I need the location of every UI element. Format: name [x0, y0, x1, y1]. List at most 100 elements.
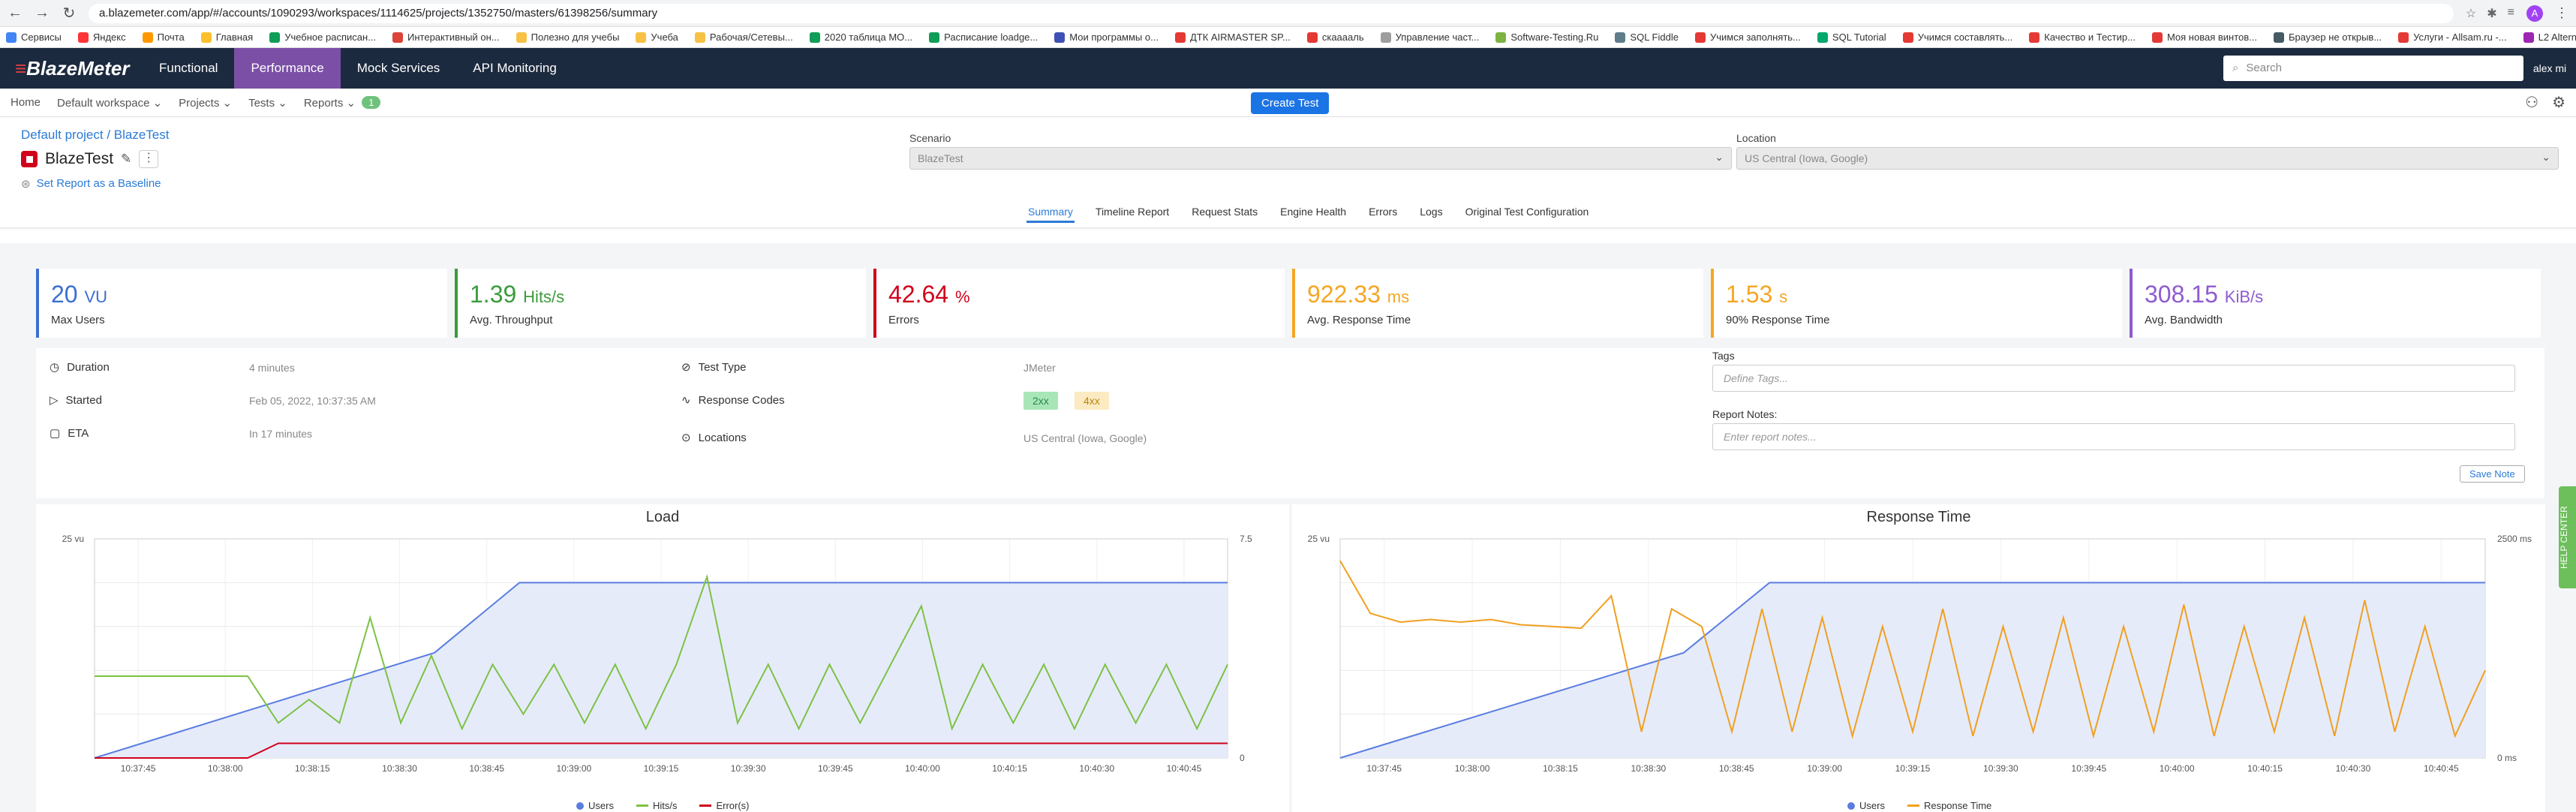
address-bar[interactable]: a.blazemeter.com/app/#/accounts/1090293/… [89, 3, 2454, 23]
save-note-button[interactable]: Save Note [2460, 465, 2525, 483]
report-tab[interactable]: Original Test Configuration [1464, 203, 1591, 223]
subnav-item[interactable]: Tests ⌄ [248, 96, 287, 110]
bookmark-item[interactable]: Браузер не открыв... [2274, 32, 2382, 43]
reload-icon[interactable]: ↻ [62, 4, 77, 23]
subnav-item[interactable]: Home [11, 96, 41, 109]
stop-test-button[interactable] [21, 151, 38, 167]
tags-input[interactable]: Define Tags... [1712, 365, 2515, 392]
bookmark-item[interactable]: Рабочая/Сетевы... [694, 32, 793, 43]
duration-label: ◷ Duration [50, 360, 110, 374]
x-tick-label: 10:40:45 [1167, 763, 1202, 774]
y-left-tick-label: 25 vu [62, 534, 84, 544]
settings-gear-icon[interactable]: ⚙ [2552, 93, 2565, 112]
bookmark-item[interactable]: 2020 таблица МО... [809, 32, 912, 43]
chevron-down-icon: ⌄ [2541, 151, 2550, 163]
bookmark-item[interactable]: Услуги - Allsam.ru -... [2398, 32, 2507, 43]
bookmark-item[interactable]: Моя новая винтов... [2151, 32, 2257, 43]
bookmark-label: Мои программы о... [1069, 32, 1159, 43]
report-tab[interactable]: Timeline Report [1094, 203, 1171, 223]
bookmark-item[interactable]: Главная [200, 32, 253, 43]
kpi-label: Max Users [51, 314, 105, 326]
product-tab-mock-services[interactable]: Mock Services [341, 48, 457, 89]
legend-item[interactable]: Error(s) [699, 800, 750, 811]
report-tab[interactable]: Engine Health [1279, 203, 1348, 223]
bookmark-item[interactable]: Учеба [636, 32, 678, 43]
bookmark-label: Услуги - Allsam.ru -... [2413, 32, 2507, 43]
kpi-card: 308.15 KiB/s Avg. Bandwidth [2130, 269, 2541, 338]
product-tab-performance[interactable]: Performance [234, 48, 341, 89]
extension-icons: ☆ ✱ ≡ [2466, 6, 2514, 21]
bookmark-item[interactable]: SQL Tutorial [1817, 32, 1886, 43]
more-options-button[interactable]: ⋮ [139, 150, 159, 168]
create-test-button[interactable]: Create Test [1251, 92, 1330, 114]
profile-avatar[interactable]: A [2526, 5, 2543, 22]
edit-pencil-icon[interactable]: ✎ [121, 152, 131, 167]
user-menu[interactable]: alex mi [2523, 62, 2576, 74]
subnav-item[interactable]: Projects ⌄ [179, 96, 232, 110]
bookmark-item[interactable]: Полезно для учебы [516, 32, 619, 43]
bookmark-item[interactable]: Учимся составлять... [1902, 32, 2012, 43]
location-select[interactable]: US Central (Iowa, Google) ⌄ [1736, 147, 2559, 170]
breadcrumb[interactable]: Default project / BlazeTest [21, 128, 169, 143]
bookmark-item[interactable]: Управление част... [1380, 32, 1479, 43]
set-baseline-link[interactable]: ⊛ Set Report as a Baseline [21, 177, 161, 191]
legend-item[interactable]: Hits/s [636, 800, 677, 811]
bookmark-item[interactable]: скааааль [1306, 32, 1364, 43]
tags-label: Tags [1712, 350, 1735, 362]
report-header: Default project / BlazeTest BlazeTest ✎ … [0, 117, 2576, 228]
y-right-tick-label: 0 [1240, 753, 1245, 763]
response-time-chart: Response Time 10:37:45 10:38:00 10:38:15 10… [1292, 504, 2545, 812]
bookmark-item[interactable]: L2 Alternative или... [2523, 32, 2576, 43]
add-user-icon[interactable]: ⚇ [2525, 93, 2538, 112]
bookmark-item[interactable]: Интерактивный он... [392, 32, 500, 43]
more-icon[interactable]: ⋮ [2555, 5, 2568, 21]
started-label: ▷ Started [50, 393, 102, 408]
bookmark-item[interactable]: Учебное расписан... [269, 32, 376, 43]
bookmark-item[interactable]: Учимся заполнять... [1694, 32, 1801, 43]
report-tab[interactable]: Request Stats [1190, 203, 1259, 223]
bookmark-item[interactable]: Расписание loadge... [929, 32, 1038, 43]
blazemeter-logo[interactable]: ≡BlazeMeter [15, 57, 143, 80]
bookmark-item[interactable]: Качество и Тестир... [2029, 32, 2136, 43]
search-input[interactable]: ⌕ Search [2223, 56, 2523, 81]
response-time-chart-svg: 10:37:45 10:38:00 10:38:15 10:38:30 10:38:45… [1308, 534, 2532, 774]
kpi-unit: Hits/s [523, 287, 565, 306]
bookmark-favicon-icon [2274, 32, 2284, 43]
bookmark-item[interactable]: Software-Testing.Ru [1495, 32, 1598, 43]
scenario-select[interactable]: BlazeTest ⌄ [909, 147, 1732, 170]
notes-input[interactable]: Enter report notes... [1712, 423, 2515, 450]
bookmark-item[interactable]: Мои программы о... [1054, 32, 1159, 43]
bookmark-favicon-icon [77, 32, 89, 43]
bookmark-item[interactable]: SQL Fiddle [1615, 32, 1679, 43]
bookmark-favicon-icon [694, 32, 705, 43]
puzzle-icon[interactable]: ✱ [2487, 6, 2496, 21]
menu-list-icon[interactable]: ≡ [2508, 6, 2514, 21]
legend-item[interactable]: Users [576, 800, 614, 811]
bookmark-item[interactable]: Сервисы [6, 32, 62, 43]
legend-item[interactable]: Response Time [1907, 800, 1991, 811]
product-tab-api-monitoring[interactable]: API Monitoring [456, 48, 573, 89]
star-icon[interactable]: ☆ [2466, 6, 2476, 21]
legend-item[interactable]: Users [1847, 800, 1885, 811]
bookmark-favicon-icon [516, 32, 527, 43]
x-tick-label: 10:40:45 [2424, 763, 2459, 774]
bookmark-item[interactable]: ДТК AIRMASTER SP... [1174, 32, 1291, 43]
report-tab[interactable]: Errors [1367, 203, 1399, 223]
chevron-down-icon: ⌄ [1715, 151, 1724, 163]
subnav-item[interactable]: Default workspace ⌄ [57, 96, 162, 110]
bookmark-item[interactable]: Яндекс [77, 32, 126, 43]
product-tab-functional[interactable]: Functional [143, 48, 234, 89]
bookmark-label: Браузер не открыв... [2289, 32, 2382, 43]
x-tick-label: 10:38:30 [1631, 763, 1666, 774]
location-label: Location [1736, 132, 1776, 144]
help-center-tab[interactable]: HELP CENTER [2559, 486, 2576, 588]
kpi-card: 42.64 % Errors [873, 269, 1285, 338]
back-icon[interactable]: ← [8, 5, 23, 22]
report-tab[interactable]: Logs [1418, 203, 1444, 223]
forward-icon[interactable]: → [35, 5, 50, 22]
report-tab[interactable]: Summary [1026, 203, 1075, 223]
subnav-item[interactable]: Reports ⌄ [304, 96, 356, 110]
tag-icon: ⊘ [681, 361, 691, 374]
kpi-card: 20 VU Max Users [36, 269, 447, 338]
bookmark-item[interactable]: Почта [142, 32, 185, 43]
